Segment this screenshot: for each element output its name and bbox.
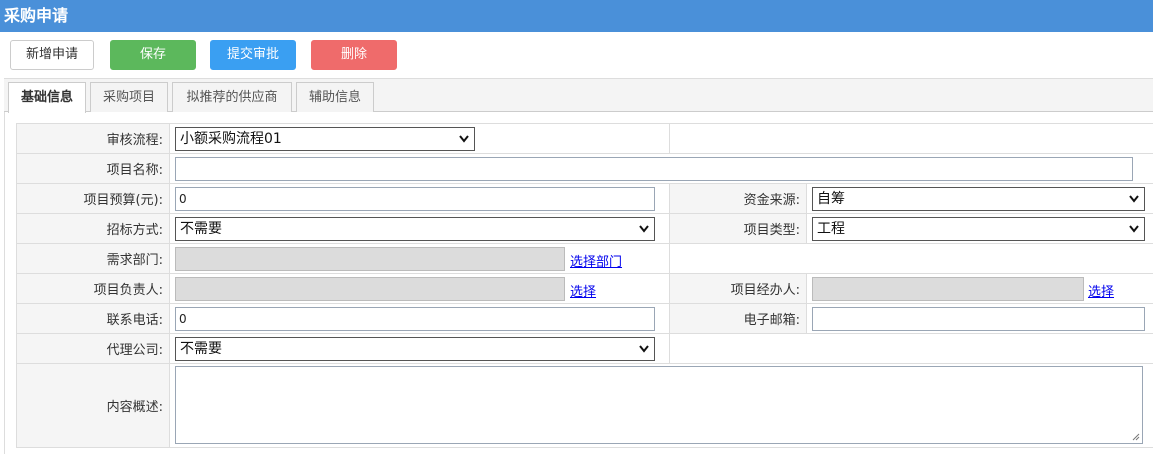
bidding-method-value: 不需要 bbox=[180, 221, 222, 237]
agency-label: 代理公司: bbox=[16, 333, 170, 364]
project-name-input[interactable] bbox=[175, 157, 1133, 181]
fund-source-select[interactable]: 自筹 bbox=[812, 187, 1145, 211]
submit-approval-button[interactable]: 提交审批 bbox=[210, 40, 296, 70]
workflow-value: 小额采购流程01 bbox=[180, 131, 282, 147]
form-panel: 审核流程: 小额采购流程01 项目名称: 项目预算(元): 0 资金来源: 自筹… bbox=[4, 112, 1153, 454]
agency-select[interactable]: 不需要 bbox=[175, 337, 655, 361]
summary-label: 内容概述: bbox=[16, 363, 170, 448]
tab-recommended-suppliers[interactable]: 拟推荐的供应商 bbox=[172, 82, 292, 112]
chevron-down-icon bbox=[1129, 195, 1139, 203]
budget-input[interactable]: 0 bbox=[175, 187, 655, 211]
delete-button[interactable]: 删除 bbox=[311, 40, 397, 70]
summary-textarea[interactable] bbox=[175, 366, 1143, 444]
tab-auxiliary-info[interactable]: 辅助信息 bbox=[296, 82, 374, 112]
phone-label: 联系电话: bbox=[16, 303, 170, 334]
project-type-select[interactable]: 工程 bbox=[812, 217, 1145, 241]
fund-source-label: 资金来源: bbox=[669, 183, 807, 214]
email-input[interactable] bbox=[812, 307, 1145, 331]
chevron-down-icon bbox=[639, 225, 649, 233]
select-project-lead-link[interactable]: 选择 bbox=[570, 281, 596, 300]
chevron-down-icon bbox=[639, 345, 649, 353]
resize-grip-icon[interactable] bbox=[1132, 433, 1140, 441]
project-handler-field bbox=[812, 277, 1084, 301]
workflow-label: 审核流程: bbox=[16, 123, 170, 154]
select-project-handler-link[interactable]: 选择 bbox=[1088, 281, 1114, 300]
chevron-down-icon bbox=[459, 135, 469, 143]
email-label: 电子邮箱: bbox=[669, 303, 807, 334]
tab-purchase-items[interactable]: 采购项目 bbox=[90, 82, 168, 112]
phone-input[interactable]: 0 bbox=[175, 307, 655, 331]
select-department-link[interactable]: 选择部门 bbox=[570, 251, 622, 270]
page-title: 采购申请 bbox=[0, 0, 1153, 32]
project-name-label: 项目名称: bbox=[16, 153, 170, 184]
tab-basic-info[interactable]: 基础信息 bbox=[8, 82, 86, 113]
workflow-select[interactable]: 小额采购流程01 bbox=[175, 127, 475, 151]
bidding-method-select[interactable]: 不需要 bbox=[175, 217, 655, 241]
fund-source-value: 自筹 bbox=[817, 191, 845, 207]
project-lead-field bbox=[175, 277, 565, 301]
save-button[interactable]: 保存 bbox=[110, 40, 196, 70]
toolbar: 新增申请 保存 提交审批 删除 bbox=[0, 34, 1153, 76]
new-request-button[interactable]: 新增申请 bbox=[10, 40, 94, 70]
tab-bar: 基础信息 采购项目 拟推荐的供应商 辅助信息 bbox=[4, 78, 1153, 113]
project-lead-label: 项目负责人: bbox=[16, 273, 170, 304]
budget-label: 项目预算(元): bbox=[16, 183, 170, 214]
project-handler-label: 项目经办人: bbox=[669, 273, 807, 304]
bidding-method-label: 招标方式: bbox=[16, 213, 170, 244]
chevron-down-icon bbox=[1129, 225, 1139, 233]
department-field bbox=[175, 247, 565, 271]
agency-value: 不需要 bbox=[180, 341, 222, 357]
basic-info-form: 审核流程: 小额采购流程01 项目名称: 项目预算(元): 0 资金来源: 自筹… bbox=[16, 123, 1153, 448]
department-label: 需求部门: bbox=[16, 243, 170, 274]
project-type-label: 项目类型: bbox=[669, 213, 807, 244]
project-type-value: 工程 bbox=[817, 221, 845, 237]
